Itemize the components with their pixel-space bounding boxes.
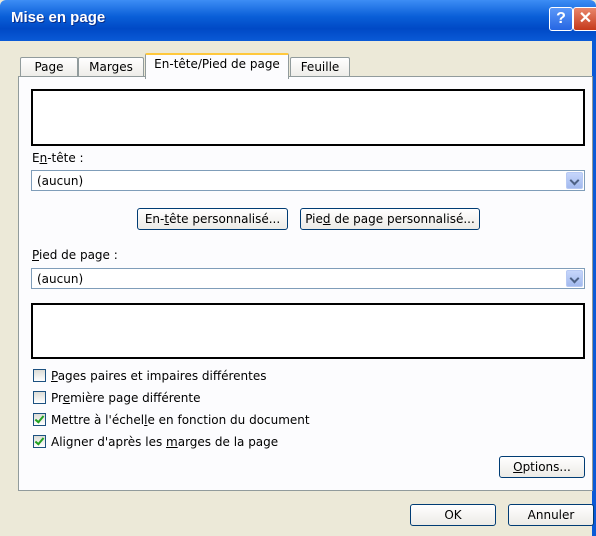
custom-footer-button[interactable]: Pied de page personnalisé...: [300, 208, 480, 230]
options-button[interactable]: Options...: [499, 456, 585, 478]
header-select-value: (aucun): [37, 174, 84, 188]
close-button[interactable]: ✕: [573, 7, 596, 31]
footer-preview: [31, 303, 585, 359]
close-icon: ✕: [578, 10, 593, 27]
footer-select[interactable]: (aucun): [31, 268, 585, 289]
checkbox-box[interactable]: [33, 369, 46, 382]
header-preview: [31, 89, 585, 146]
footer-label: Pied de page :: [32, 248, 118, 262]
title-bar: Mise en page ? ✕: [0, 0, 596, 41]
cancel-button[interactable]: Annuler: [508, 504, 594, 526]
tab-page[interactable]: Page: [20, 57, 78, 78]
custom-header-button[interactable]: En-tête personnalisé...: [137, 208, 288, 230]
checkbox-box[interactable]: [33, 413, 46, 426]
checkbox-box[interactable]: [33, 435, 46, 448]
tab-en-tete-pied-de-page[interactable]: En-tête/Pied de page: [145, 53, 289, 79]
tab-marges[interactable]: Marges: [78, 57, 144, 78]
chevron-down-icon[interactable]: [566, 172, 583, 189]
tab-feuille[interactable]: Feuille: [290, 57, 350, 78]
header-label: En-tête :: [32, 151, 84, 165]
ok-button[interactable]: OK: [410, 504, 496, 526]
window-title: Mise en page: [11, 9, 106, 26]
help-button[interactable]: ?: [549, 7, 573, 31]
header-select[interactable]: (aucun): [31, 170, 585, 191]
help-icon: ?: [556, 10, 566, 27]
footer-select-value: (aucun): [37, 272, 84, 286]
chevron-down-icon[interactable]: [566, 270, 583, 287]
tab-panel: En-tête : (aucun) En-tête personnalisé..…: [18, 76, 593, 491]
checkbox-box[interactable]: [33, 391, 46, 404]
